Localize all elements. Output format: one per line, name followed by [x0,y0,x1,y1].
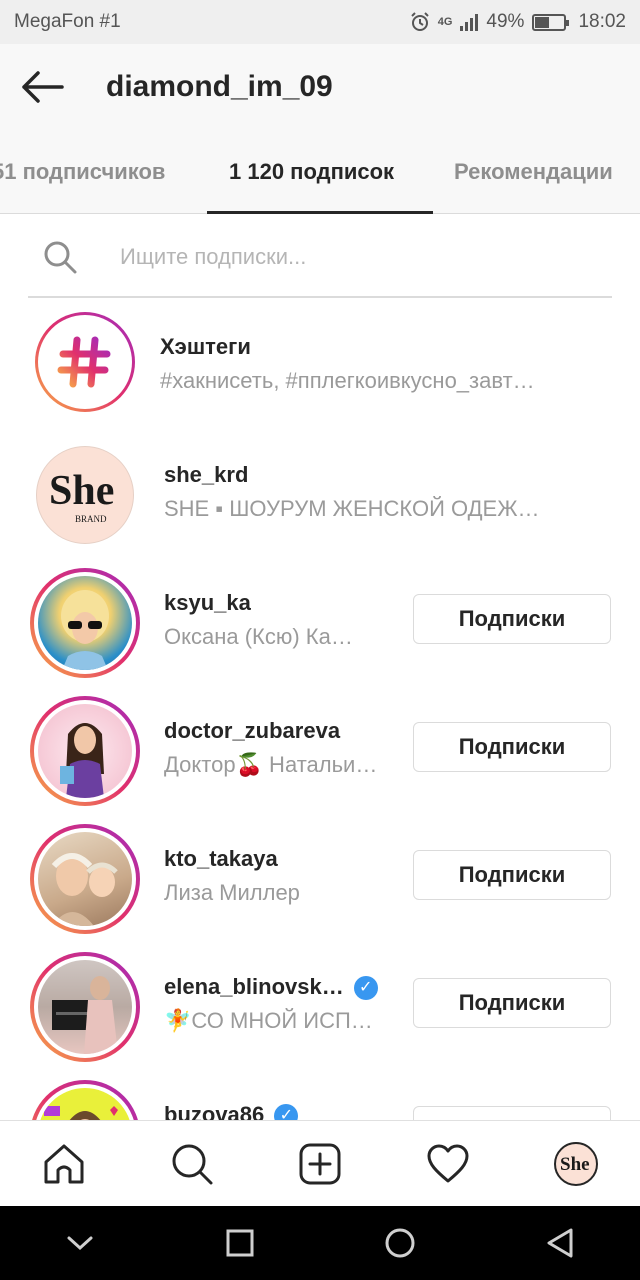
sunglasses-illustration [61,590,109,670]
tab-followers[interactable]: 51 подписчиков [0,130,165,214]
recent-apps-icon [226,1229,254,1257]
nav-profile[interactable]: She [544,1132,608,1196]
following-list: Хэштеги #хакнисеть, #пплегкоивкусно_завт… [0,300,640,1120]
she-brand-logo: She BRAND [49,468,114,524]
battery-percent: 49% [486,11,525,32]
app-header: diamond_im_09 [0,44,640,130]
search-icon [28,239,92,275]
clock: 18:02 [578,11,626,32]
status-bar: MegaFon #1 4G 49% 18:02 [0,0,640,44]
system-navigation-bar [0,1206,640,1280]
avatar-story-ring [30,696,140,806]
bottom-navigation: She [0,1120,640,1206]
following-button[interactable]: Подписки [413,978,611,1028]
page-title: diamond_im_09 [106,70,333,103]
active-tab-indicator [207,211,433,214]
svg-text:She: She [560,1154,590,1175]
back-arrow-icon [22,71,64,103]
carrier-name: MegaFon #1 [14,11,121,32]
following-button[interactable] [413,1106,611,1120]
following-button[interactable]: Подписки [413,850,611,900]
home-icon [44,1144,84,1183]
account-subtitle: SHE ▪ ШОУРУМ ЖЕНСКОЙ ОДЕЖ… [164,496,540,521]
avatar-story-ring [30,1080,140,1120]
list-item[interactable]: elena_blinovsk… ✓ 🧚СО МНОЙ ИСП… Подписки [0,940,640,1068]
verified-badge-icon: ✓ [274,1104,299,1120]
username: buzova86 [164,1102,265,1120]
nav-add-post[interactable] [288,1132,352,1196]
following-button[interactable]: Подписки [413,722,611,772]
search-bar [28,218,612,298]
username-with-badge: elena_blinovsk… ✓ [164,974,378,1001]
nav-activity[interactable] [416,1132,480,1196]
search-icon [172,1144,213,1184]
following-button[interactable]: Подписки [413,594,611,644]
username: she_krd [164,462,249,487]
home-system-button[interactable] [370,1213,430,1273]
chevron-down-icon [67,1236,93,1251]
list-item[interactable]: doctor_zubareva Доктор🍒 Натальи… Подписк… [0,684,640,812]
username-with-badge: buzova86 ✓ [164,1102,299,1120]
alarm-icon [411,12,429,31]
back-triangle-icon [547,1228,573,1258]
hashtags-title: Хэштеги [160,334,251,359]
home-circle-icon [385,1228,415,1258]
recent-apps-button[interactable] [210,1213,270,1273]
list-item[interactable]: ksyu_ka Оксана (Ксю) Ка… Подписки [0,556,640,684]
add-post-icon [299,1143,341,1184]
nav-home[interactable] [32,1132,96,1196]
username: doctor_zubareva [164,718,341,743]
nav-search[interactable] [160,1132,224,1196]
list-item[interactable]: kto_takaya Лиза Миллер Подписки [0,812,640,940]
username: ksyu_ka [164,590,251,615]
heart-icon [427,1144,469,1182]
avatar [38,960,132,1054]
tab-bar: 51 подписчиков 1 120 подписок Рекомендац… [0,130,640,214]
list-item[interactable]: She BRAND she_krd SHE ▪ ШОУРУМ ЖЕНСКОЙ О… [0,428,640,556]
profile-avatar: She [554,1141,598,1186]
account-subtitle: Лиза Миллер [164,880,300,905]
avatar [38,704,132,798]
back-button[interactable] [0,44,84,130]
battery-icon [532,13,570,31]
buzova-illustration [44,1106,118,1120]
svg-text:She: She [49,468,114,514]
chair-photo [52,976,118,1054]
network-type: 4G [437,16,453,28]
back-system-button[interactable] [530,1213,590,1273]
mother-child-photo [51,853,118,926]
search-input[interactable] [120,244,580,270]
hashtag-avatar-ring [35,312,135,412]
account-subtitle: 🧚СО МНОЙ ИСП… [164,1008,373,1033]
username: elena_blinovsk… [164,974,344,999]
account-subtitle: Доктор🍒 Натальи… [164,752,378,777]
avatar-story-ring [30,568,140,678]
status-icons: 4G 49% 18:02 [410,11,626,33]
doctor-illustration [60,723,104,798]
username: kto_takaya [164,846,278,871]
hashtags-row[interactable]: Хэштеги #хакнисеть, #пплегкоивкусно_завт… [0,300,640,428]
account-subtitle: Оксана (Ксю) Ка… [164,624,353,649]
avatar: She BRAND [36,446,134,544]
avatar-story-ring [30,952,140,1062]
avatar [38,832,132,926]
tab-recommendations[interactable]: Рекомендации [454,130,613,214]
verified-badge-icon: ✓ [353,976,378,1001]
she-brand-logo-small: She [560,1154,590,1175]
svg-text:BRAND: BRAND [75,514,107,524]
avatar [38,1088,132,1120]
hide-nav-button[interactable] [50,1213,110,1273]
list-item[interactable]: buzova86 ✓ [0,1068,640,1120]
avatar [38,576,132,670]
hashtag-icon [57,336,111,388]
avatar-story-ring [30,824,140,934]
signal-icon [460,13,479,31]
hashtags-subtitle: #хакнисеть, #пплегкоивкусно_завт… [160,368,535,393]
tab-following[interactable]: 1 120 подписок [229,130,394,214]
